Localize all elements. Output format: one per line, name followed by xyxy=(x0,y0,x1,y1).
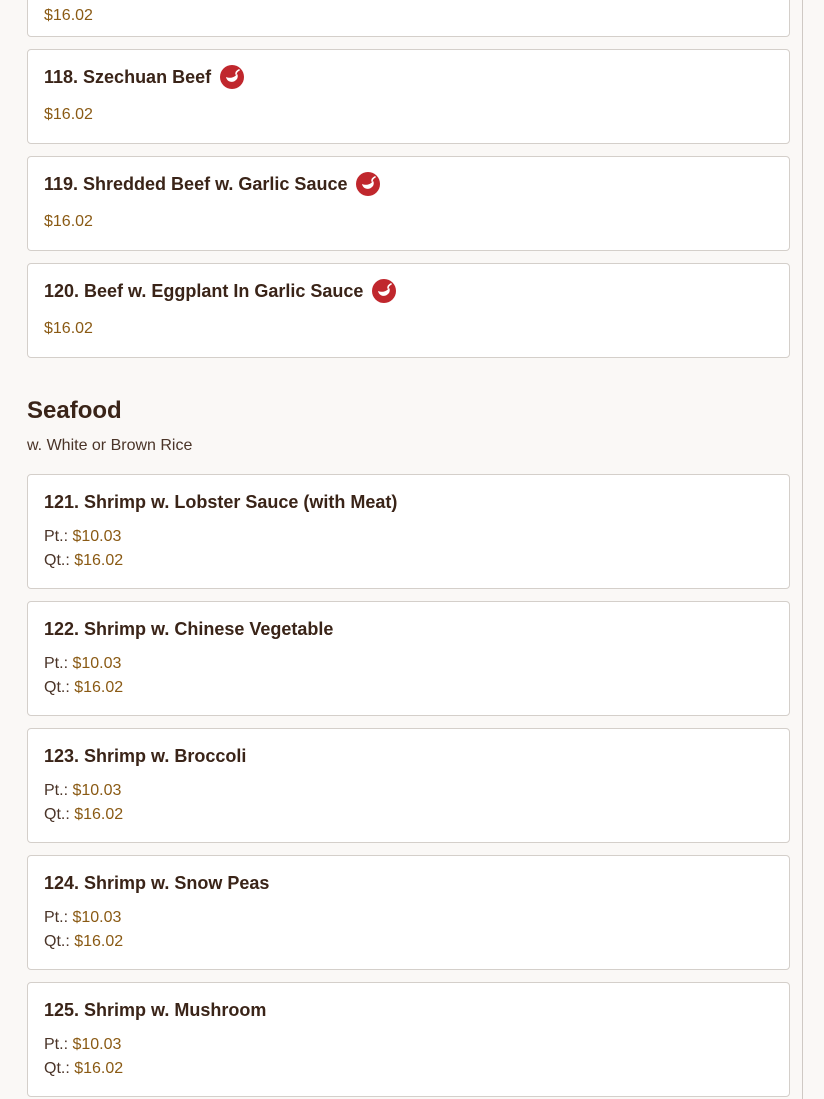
pint-price: $10.03 xyxy=(72,528,122,545)
quart-price: $16.02 xyxy=(74,1060,124,1077)
quart-price: $16.02 xyxy=(74,552,124,569)
pint-price-row: Pt.: $10.03 xyxy=(44,528,121,546)
item-title: 125. Shrimp w. Mushroom xyxy=(44,1000,267,1020)
pint-price-row: Pt.: $10.03 xyxy=(44,782,121,800)
item-title-text: 118. Szechuan Beef xyxy=(44,66,212,87)
item-title-text: 120. Beef w. Eggplant In Garlic Sauce xyxy=(44,280,364,301)
item-title: 123. Shrimp w. Broccoli xyxy=(44,746,247,766)
item-title-text: 119. Shredded Beef w. Garlic Sauce xyxy=(44,173,348,194)
quart-label: Qt.: xyxy=(44,806,70,823)
item-title: 118. Szechuan Beef xyxy=(44,65,245,89)
item-price: $16.02 xyxy=(44,320,93,337)
pint-price: $10.03 xyxy=(72,909,122,926)
item-title: 120. Beef w. Eggplant In Garlic Sauce xyxy=(44,279,397,303)
item-price: $16.02 xyxy=(44,7,93,24)
item-title: 121. Shrimp w. Lobster Sauce (with Meat) xyxy=(44,492,398,512)
pint-label: Pt.: xyxy=(44,909,69,926)
pint-label: Pt.: xyxy=(44,528,69,545)
menu-item-card[interactable]: 123. Shrimp w. Broccoli Pt.: $10.03 Qt.:… xyxy=(27,728,790,843)
chili-pepper-icon xyxy=(220,65,245,89)
quart-label: Qt.: xyxy=(44,552,70,569)
menu-item-card[interactable]: 118. Szechuan Beef $16.02 xyxy=(27,49,790,144)
quart-label: Qt.: xyxy=(44,1060,70,1077)
quart-price-row: Qt.: $16.02 xyxy=(44,806,123,824)
quart-price-row: Qt.: $16.02 xyxy=(44,1060,123,1078)
menu-item-card[interactable]: 124. Shrimp w. Snow Peas Pt.: $10.03 Qt.… xyxy=(27,855,790,970)
pint-price: $10.03 xyxy=(72,1036,122,1053)
menu-item-card[interactable]: 120. Beef w. Eggplant In Garlic Sauce $1… xyxy=(27,263,790,358)
quart-price-row: Qt.: $16.02 xyxy=(44,552,123,570)
menu-item-card[interactable]: 119. Shredded Beef w. Garlic Sauce $16.0… xyxy=(27,156,790,251)
pint-price-row: Pt.: $10.03 xyxy=(44,909,121,927)
menu-item-card[interactable]: 122. Shrimp w. Chinese Vegetable Pt.: $1… xyxy=(27,601,790,716)
item-price: $16.02 xyxy=(44,213,93,230)
quart-price: $16.02 xyxy=(74,806,124,823)
section-title: Seafood xyxy=(27,397,122,424)
pint-price-row: Pt.: $10.03 xyxy=(44,1036,121,1054)
item-title: 124. Shrimp w. Snow Peas xyxy=(44,873,270,893)
quart-price-row: Qt.: $16.02 xyxy=(44,679,123,697)
menu-item-card[interactable]: $16.02 xyxy=(27,0,790,37)
pint-price: $10.03 xyxy=(72,782,122,799)
quart-price-row: Qt.: $16.02 xyxy=(44,933,123,951)
pint-label: Pt.: xyxy=(44,1036,69,1053)
pint-price-row: Pt.: $10.03 xyxy=(44,655,121,673)
pint-label: Pt.: xyxy=(44,782,69,799)
quart-label: Qt.: xyxy=(44,679,70,696)
quart-price: $16.02 xyxy=(74,933,124,950)
item-title: 119. Shredded Beef w. Garlic Sauce xyxy=(44,172,381,196)
chili-pepper-icon xyxy=(372,279,397,303)
quart-label: Qt.: xyxy=(44,933,70,950)
menu-item-card[interactable]: 121. Shrimp w. Lobster Sauce (with Meat)… xyxy=(27,474,790,589)
menu-item-card[interactable]: 125. Shrimp w. Mushroom Pt.: $10.03 Qt.:… xyxy=(27,982,790,1097)
item-price: $16.02 xyxy=(44,106,93,123)
pint-label: Pt.: xyxy=(44,655,69,672)
quart-price: $16.02 xyxy=(74,679,124,696)
chili-pepper-icon xyxy=(356,172,381,196)
item-title: 122. Shrimp w. Chinese Vegetable xyxy=(44,619,334,639)
pint-price: $10.03 xyxy=(72,655,122,672)
section-subtitle: w. White or Brown Rice xyxy=(27,437,193,454)
scrollbar-track xyxy=(802,0,803,1099)
